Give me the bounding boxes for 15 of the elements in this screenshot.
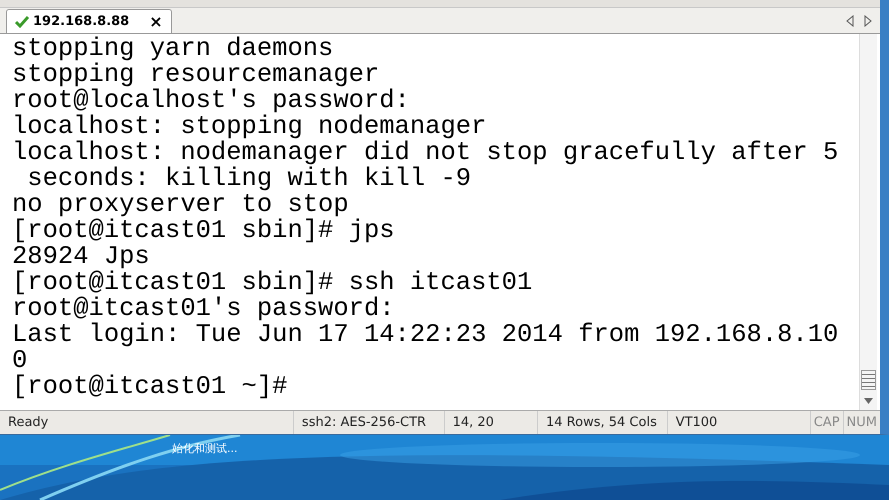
caps-indicator: CAP — [810, 411, 843, 434]
scrollbar[interactable] — [859, 34, 877, 410]
num-indicator: NUM — [842, 411, 880, 434]
status-field: VT100 — [666, 411, 810, 434]
status-field: Ready — [0, 411, 293, 434]
status-field: ssh2: AES-256-CTR — [292, 411, 444, 434]
scroll-thumb[interactable] — [861, 370, 876, 390]
terminal-output: stopping yarn daemons stopping resourcemanager root@localhost's password: localhost: stopping nodemanager localhost: nodemanager did not stop gracefully after 5 seconds: killing with kill -9 no proxyserver to stop [root@itcast01 sbin]# jps 28924 Jps [root@itcast01 sbin]# ssh itcast01 root@itcast01's password: Last login: Tue Jun 17 14:22:23 2014 from 192.168.8.10 0 [root@itcast01 ~]# — [11, 34, 840, 403]
scroll-right-icon[interactable] — [864, 15, 872, 27]
session-tab[interactable]: 192.168.8.88 × — [6, 9, 172, 33]
scroll-left-icon[interactable] — [846, 15, 854, 27]
close-button[interactable]: × — [133, 14, 163, 30]
status-field: 14 Rows, 54 Cols — [537, 411, 667, 434]
scroll-down-icon[interactable] — [864, 398, 873, 404]
status-field: 14, 20 — [444, 411, 537, 434]
